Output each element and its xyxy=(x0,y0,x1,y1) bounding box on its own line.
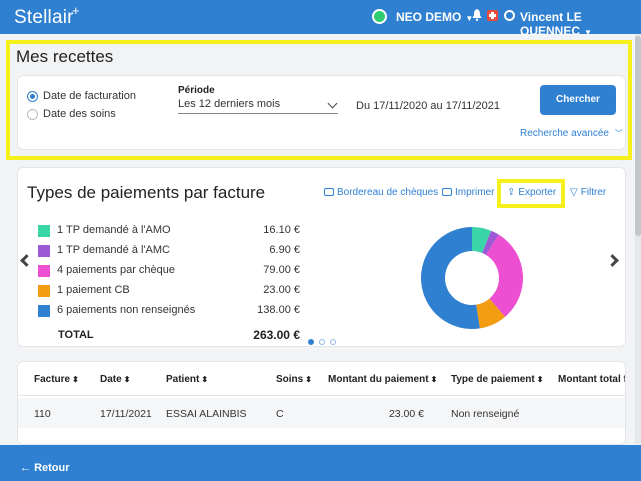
arrow-left-icon: ← xyxy=(20,462,31,474)
printer-icon xyxy=(442,188,452,196)
legend-label: 1 TP demandé à l'AMO xyxy=(57,224,171,236)
app-logo[interactable]: Stellair + xyxy=(14,3,80,29)
legend-swatch xyxy=(38,245,50,257)
filter-icon: ▽ xyxy=(570,187,578,198)
legend-label: 1 paiement CB xyxy=(57,284,130,296)
column-header-type-paiement[interactable]: Type de paiement ⬍ xyxy=(451,374,543,385)
column-header-label: Type de paiement xyxy=(451,374,535,385)
column-header-label: Facture xyxy=(34,374,71,385)
column-header-label: Date xyxy=(100,374,122,385)
column-header-label: Montant du paiement xyxy=(328,374,429,385)
sort-icon: ⬍ xyxy=(123,375,131,384)
sort-icon: ⬍ xyxy=(536,375,544,384)
back-button[interactable]: ← Retour xyxy=(20,462,70,474)
highlight-frame xyxy=(6,40,632,160)
sort-icon: ⬍ xyxy=(430,375,438,384)
chevron-right-icon[interactable] xyxy=(606,254,619,267)
legend-label: 6 paiements non renseignés xyxy=(57,304,196,316)
footer-bar: ← Retour xyxy=(0,445,641,481)
print-button[interactable]: Imprimer xyxy=(442,187,494,198)
invoices-table: Facture ⬍ Date ⬍ Patient ⬍ Soins ⬍ Montant d… xyxy=(17,361,626,445)
payment-types-title: Types de paiements par facture xyxy=(27,183,266,202)
sort-icon: ⬍ xyxy=(72,375,79,384)
carousel-dot[interactable] xyxy=(319,339,325,345)
sort-icon: ⬍ xyxy=(305,375,312,384)
table-cell: 17/11/2021 xyxy=(100,408,152,420)
column-header-patient[interactable]: Patient ⬍ xyxy=(166,374,208,385)
column-header-label: Montant total fa xyxy=(558,374,626,385)
bordereau-label: Bordereau de chèques xyxy=(337,187,439,198)
top-bar: Stellair + NEO DEMO ▼ Vincent LE QUENNEC ▼ xyxy=(0,0,641,38)
org-name: NEO DEMO xyxy=(396,10,462,24)
org-selector[interactable]: NEO DEMO ▼ xyxy=(396,10,473,24)
column-header-facture[interactable]: Facture ⬍ xyxy=(34,374,79,385)
filter-label: Filtrer xyxy=(580,187,607,198)
legend-amount: 6.90 € xyxy=(269,244,300,256)
sort-icon: ⬍ xyxy=(201,375,209,384)
scrollbar-thumb[interactable] xyxy=(635,36,641,236)
carousel-dot[interactable] xyxy=(308,339,314,345)
column-header-montant-total[interactable]: Montant total fa xyxy=(558,374,626,385)
filter-button[interactable]: ▽ Filtrer xyxy=(570,187,606,198)
legend-label: 1 TP demandé à l'AMC xyxy=(57,244,170,256)
bell-icon[interactable] xyxy=(472,9,482,21)
total-amount: 263.00 € xyxy=(253,328,300,342)
chevron-down-icon: ▼ xyxy=(584,28,592,37)
user-name: Vincent LE QUENNEC xyxy=(520,10,582,38)
payment-types-card: Types de paiements par facture Bordereau… xyxy=(17,167,626,347)
printer-icon xyxy=(324,188,334,196)
medical-cross-icon[interactable] xyxy=(487,10,498,21)
chevron-left-icon[interactable] xyxy=(20,254,33,267)
print-label: Imprimer xyxy=(455,187,495,198)
column-header-label: Patient xyxy=(166,374,200,385)
bordereau-button[interactable]: Bordereau de chèques xyxy=(324,187,438,198)
user-icon xyxy=(504,10,515,21)
legend-amount: 23.00 € xyxy=(263,284,300,296)
legend-swatch xyxy=(38,285,50,297)
donut-slice[interactable] xyxy=(421,227,480,329)
table-cell: Non renseigné xyxy=(451,408,520,420)
legend-amount: 16.10 € xyxy=(263,224,300,236)
legend-amount: 138.00 € xyxy=(257,304,300,316)
user-menu[interactable]: Vincent LE QUENNEC ▼ xyxy=(520,10,641,38)
column-header-soins[interactable]: Soins ⬍ xyxy=(276,374,312,385)
org-shield-icon xyxy=(372,9,387,24)
table-cell: 23.00 € xyxy=(388,408,424,420)
legend-label: 4 paiements par chèque xyxy=(57,264,176,276)
legend-swatch xyxy=(38,225,50,237)
highlight-frame xyxy=(497,179,565,208)
table-cell: ESSAI ALAINBIS xyxy=(166,408,247,420)
header-divider xyxy=(18,395,625,396)
total-label: TOTAL xyxy=(58,329,94,341)
payment-donut-chart xyxy=(421,227,523,329)
legend-swatch xyxy=(38,305,50,317)
carousel-dot[interactable] xyxy=(330,339,336,345)
table-cell: C xyxy=(276,408,284,420)
column-header-date[interactable]: Date ⬍ xyxy=(100,374,130,385)
legend-swatch xyxy=(38,265,50,277)
sparkle-icon: + xyxy=(72,3,80,18)
column-header-montant-paiement[interactable]: Montant du paiement ⬍ xyxy=(328,374,437,385)
table-cell: 110 xyxy=(34,408,51,420)
back-label: Retour xyxy=(34,462,70,474)
column-header-label: Soins xyxy=(276,374,304,385)
legend-amount: 79.00 € xyxy=(263,264,300,276)
logo-text: Stellair xyxy=(14,7,74,28)
